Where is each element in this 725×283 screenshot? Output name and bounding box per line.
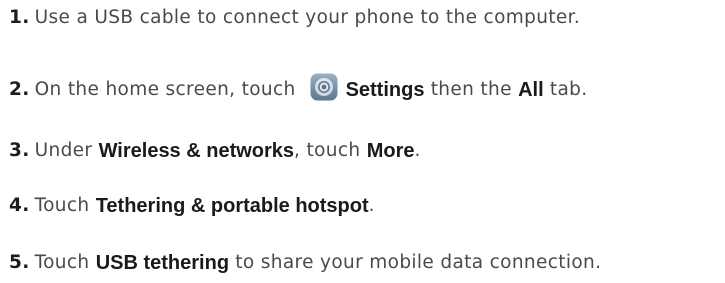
step-4: 4. Touch Tethering & portable hotspot. xyxy=(9,194,375,218)
more-label: More xyxy=(366,140,415,162)
usb-tethering-label: USB tethering xyxy=(95,252,230,274)
all-tab-label: All xyxy=(518,79,544,101)
step-text: to share your mobile data connection. xyxy=(235,252,602,273)
step-number: 2. xyxy=(9,79,30,100)
step-text: tab. xyxy=(549,79,588,100)
step-number: 4. xyxy=(9,195,30,216)
settings-label: Settings xyxy=(345,79,425,101)
step-text: Touch xyxy=(34,252,90,273)
step-text: then the xyxy=(430,79,512,100)
step-number: 5. xyxy=(9,252,30,273)
step-2: 2. On the home screen, touch Settings th… xyxy=(9,73,588,102)
step-number: 3. xyxy=(9,140,30,161)
tethering-hotspot-label: Tethering & portable hotspot xyxy=(95,195,369,217)
settings-icon xyxy=(310,73,338,101)
step-text: Use a USB cable to connect your phone to… xyxy=(34,7,581,28)
step-text: , touch xyxy=(294,140,361,161)
step-text: . xyxy=(414,140,421,161)
step-text: . xyxy=(368,195,375,216)
step-3: 3. Under Wireless & networks, touch More… xyxy=(9,139,421,163)
step-1: 1. Use a USB cable to connect your phone… xyxy=(9,6,580,30)
step-text: On the home screen, touch xyxy=(34,79,296,100)
step-number: 1. xyxy=(9,7,30,28)
step-text: Under xyxy=(34,140,93,161)
step-text: Touch xyxy=(34,195,90,216)
wireless-networks-label: Wireless & networks xyxy=(98,140,295,162)
step-5: 5. Touch USB tethering to share your mob… xyxy=(9,251,601,275)
